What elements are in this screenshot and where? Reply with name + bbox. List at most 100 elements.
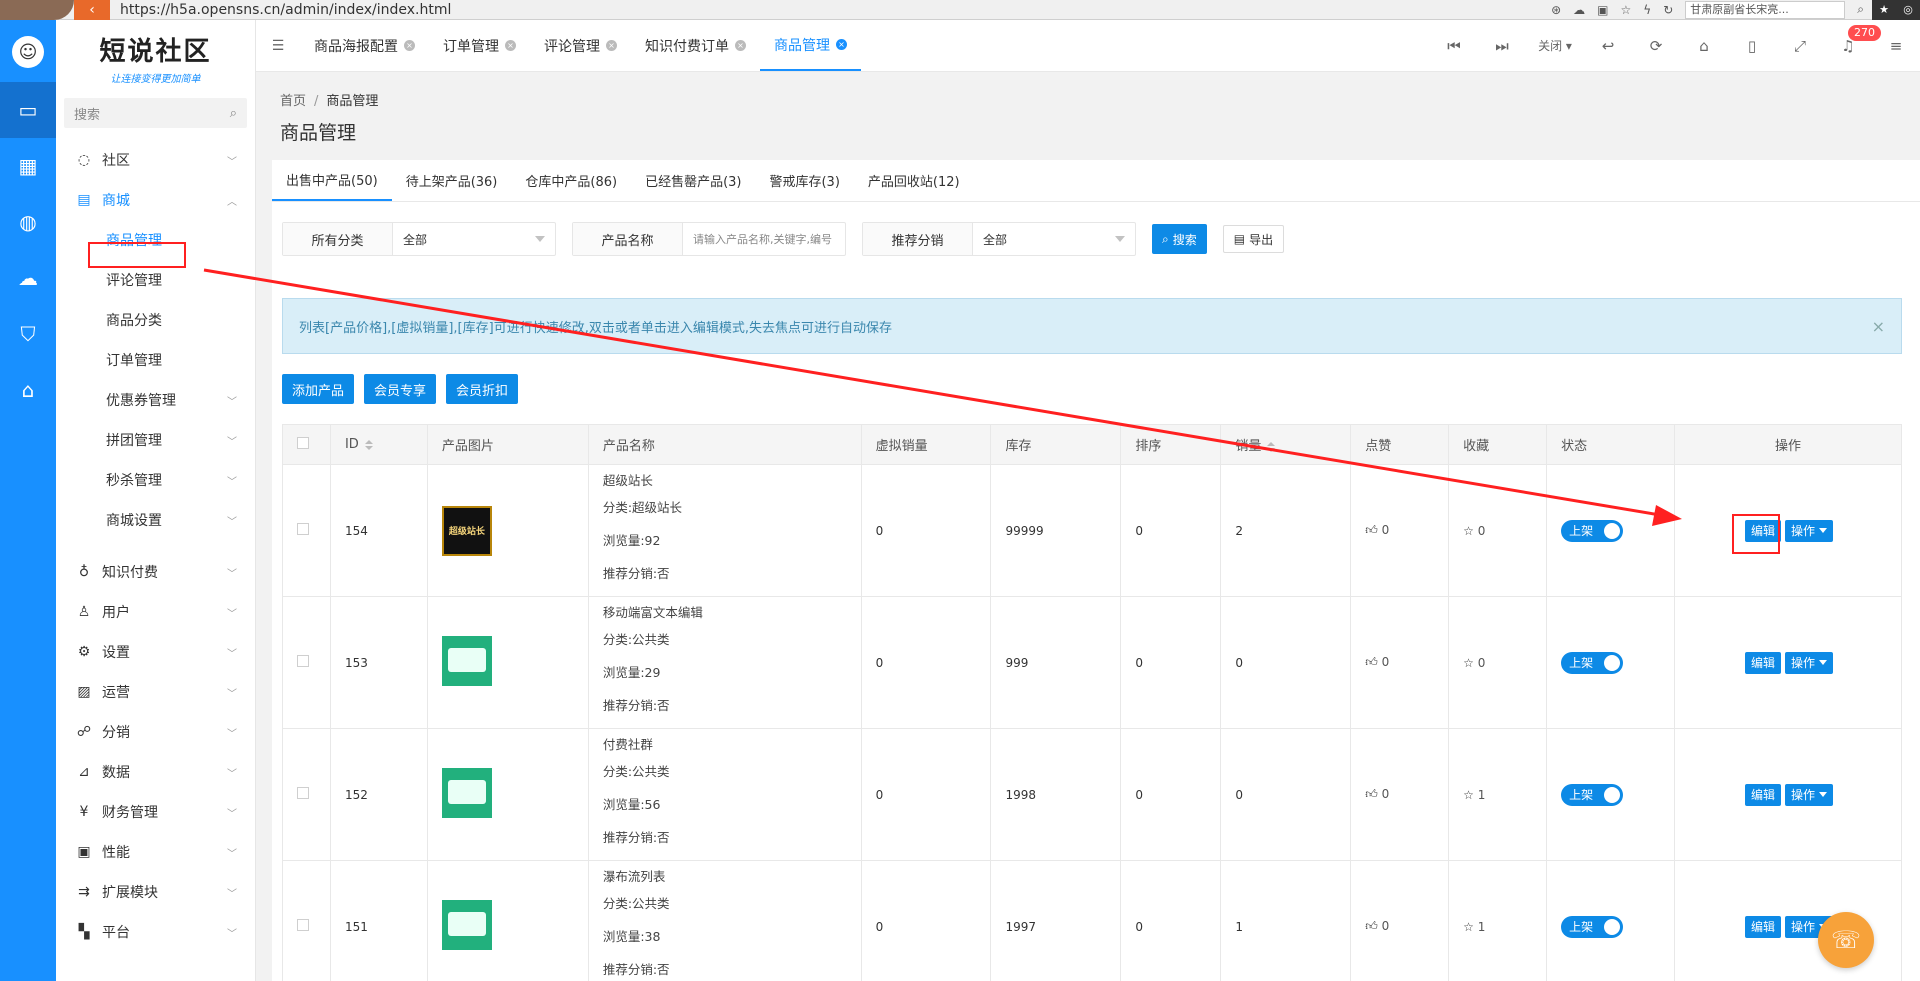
address-bar[interactable]: https://h5a.opensns.cn/admin/index/index… [120,2,1551,18]
row-checkbox[interactable] [297,787,309,799]
router-icon[interactable]: ⌂ [0,362,56,418]
product-thumbnail[interactable] [441,636,492,686]
scroll-left-icon[interactable]: ⏮ [1430,37,1478,55]
tab-knowledge-orders[interactable]: 知识付费订单 × [631,20,760,71]
product-thumbnail[interactable] [441,900,492,950]
header-id[interactable]: ID [329,424,428,465]
breadcrumb-home[interactable]: 首页 [280,94,306,109]
header-sales[interactable]: 销量 [1220,424,1352,465]
status-toggle[interactable]: 上架 [1561,915,1624,938]
sidebar-item-finance[interactable]: ¥ 财务管理 ﹀ [56,792,255,832]
sidebar-sub-product-category[interactable]: 商品分类 [56,300,255,340]
close-icon[interactable]: × [606,40,617,51]
tab-comment-manage[interactable]: 评论管理 × [530,20,631,71]
cell-stock[interactable]: 999 [990,596,1122,729]
globe-icon[interactable]: ◍ [0,194,56,250]
browser-search-input[interactable]: 甘肃原副省长宋亮... [1685,0,1846,19]
sidebar-item-shop[interactable]: ▤ 商城 ︿ [56,180,255,220]
sidebar-item-operation[interactable]: ▨ 运营 ﹀ [56,672,255,712]
close-icon[interactable]: × [505,40,516,51]
game-icon[interactable]: ◎ [1896,0,1920,20]
cell-virtual-sales[interactable]: 0 [860,860,992,981]
cell-virtual-sales[interactable]: 0 [860,596,992,729]
sort-icon[interactable] [1267,441,1276,452]
cell-virtual-sales[interactable]: 0 [860,464,992,597]
more-menu-icon[interactable]: ≡ [1872,37,1920,55]
refresh-icon[interactable]: ↻ [1663,3,1673,17]
distribution-select[interactable]: 全部 [973,223,1135,255]
sidebar-sub-order-manage[interactable]: 订单管理 [56,340,255,380]
search-icon[interactable]: ⌕ [1857,2,1864,17]
star-icon[interactable]: ☆ [1621,3,1632,17]
tab-poster-config[interactable]: 商品海报配置 × [300,20,429,71]
bell-icon[interactable]: ♫ 270 [1824,24,1881,55]
refresh-icon[interactable]: ⟳ [1632,37,1680,55]
select-all-checkbox[interactable] [297,436,309,449]
sidebar-item-community[interactable]: ◌ 社区 ﹀ [56,140,255,180]
member-exclusive-button[interactable]: 会员专享 [364,374,437,404]
operation-dropdown-button[interactable]: 操作 [1785,519,1834,542]
edit-button[interactable]: 编辑 [1745,651,1782,674]
clear-cache-icon[interactable]: ⌂ [1680,37,1728,55]
sidebar-sub-flash-sale[interactable]: 秒杀管理 ﹀ [56,460,255,500]
status-toggle[interactable]: 上架 [1561,651,1624,674]
sidebar-item-data[interactable]: ⊿ 数据 ﹀ [56,752,255,792]
search-button[interactable]: ⌕ 搜索 [1152,224,1207,254]
scroll-right-icon[interactable]: ⏭ [1478,37,1526,55]
add-product-button[interactable]: 添加产品 [282,374,355,404]
sidebar-sub-group-buy[interactable]: 拼团管理 ﹀ [56,420,255,460]
sidebar-sub-shop-settings[interactable]: 商城设置 ﹀ [56,500,255,540]
close-icon[interactable]: × [836,39,847,50]
row-checkbox[interactable] [297,523,309,535]
member-discount-button[interactable]: 会员折扣 [446,374,519,404]
operation-dropdown-button[interactable]: 操作 [1785,651,1834,674]
extension-icon[interactable]: ⊛ [1551,3,1561,17]
back-icon[interactable]: ‹ [74,0,110,20]
sidebar-item-extensions[interactable]: ⇉ 扩展模块 ﹀ [56,872,255,912]
status-toggle[interactable]: 上架 [1561,783,1624,806]
cell-stock[interactable]: 1998 [990,728,1122,861]
status-toggle[interactable]: 上架 [1561,519,1624,542]
row-checkbox[interactable] [297,655,309,667]
tab-pending[interactable]: 待上架产品(36) [392,160,512,201]
tab-product-manage[interactable]: 商品管理 × [760,20,861,71]
admin-avatar[interactable]: ☺ [12,36,44,68]
fullscreen-icon[interactable]: ⤢ [1776,37,1824,55]
shield-icon[interactable]: ⛉ [0,306,56,362]
sidebar-item-settings[interactable]: ⚙ 设置 ﹀ [56,632,255,672]
mobile-icon[interactable]: ▯ [1728,37,1776,55]
name-search-input[interactable]: 请输入产品名称,关键字,编号 [683,223,845,255]
tab-warehouse[interactable]: 仓库中产品(86) [511,160,631,201]
export-button[interactable]: ▤ 导出 [1222,225,1285,253]
sidebar-item-platform[interactable]: ▚ 平台 ﹀ [56,912,255,952]
undo-icon[interactable]: ↩ [1584,37,1632,55]
sidebar-item-knowledge-pay[interactable]: ♁ 知识付费 ﹀ [56,552,255,592]
edit-button[interactable]: 编辑 [1745,915,1782,938]
cell-stock[interactable]: 99999 [990,464,1122,597]
fold-menu-icon[interactable]: ☰ [256,20,300,71]
bookmark-star-icon[interactable]: ★ [1872,0,1896,20]
operation-dropdown-button[interactable]: 操作 [1785,783,1834,806]
cloud-icon[interactable]: ☁ [1573,3,1585,17]
edit-button[interactable]: 编辑 [1745,783,1782,806]
grid-icon[interactable]: ▦ [0,138,56,194]
category-select[interactable]: 全部 [393,223,555,255]
sidebar-sub-coupon-manage[interactable]: 优惠券管理 ﹀ [56,380,255,420]
sidebar-item-distribution[interactable]: ☍ 分销 ﹀ [56,712,255,752]
product-thumbnail[interactable] [441,768,492,818]
menu-search-input[interactable]: 搜索 ⌕ [64,98,247,128]
image-icon[interactable]: ▣ [1597,3,1608,17]
monitor-icon[interactable]: ▭ [0,82,56,138]
close-icon[interactable]: × [735,40,746,51]
product-thumbnail[interactable]: 超级站长 [441,505,492,556]
cloud-icon[interactable]: ☁ [0,250,56,306]
tab-sold-out[interactable]: 已经售罄产品(3) [631,160,755,201]
cell-stock[interactable]: 1997 [990,860,1122,981]
tab-low-stock[interactable]: 警戒库存(3) [755,160,853,201]
close-icon[interactable]: × [404,40,415,51]
sidebar-item-users[interactable]: ♙ 用户 ﹀ [56,592,255,632]
lightning-icon[interactable]: ϟ [1643,3,1651,17]
customer-service-icon[interactable]: ☏ [1818,912,1874,968]
tab-order-manage[interactable]: 订单管理 × [429,20,530,71]
close-icon[interactable]: × [1872,317,1885,336]
